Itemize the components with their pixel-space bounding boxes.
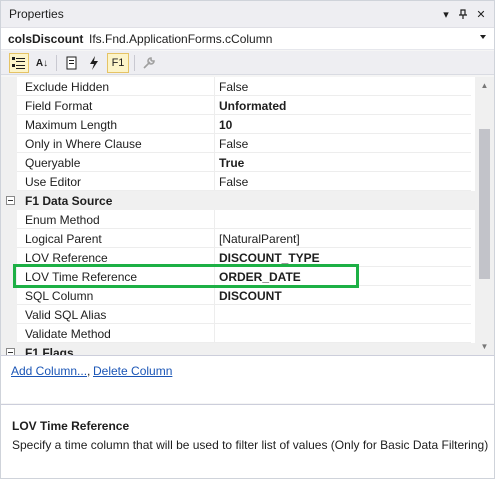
property-value[interactable]: False — [215, 77, 471, 96]
row-gutter — [1, 229, 17, 248]
property-name: Validate Method — [17, 324, 215, 343]
property-value[interactable] — [215, 305, 471, 324]
properties-window: Properties ▾ ✕ colsDiscount Ifs.Fnd.Appl… — [0, 0, 495, 479]
property-value[interactable]: DISCOUNT — [215, 286, 471, 305]
property-row[interactable]: Queryable True — [1, 153, 475, 172]
property-name: Enum Method — [17, 210, 215, 229]
wrench-icon — [143, 57, 155, 69]
row-gutter — [1, 153, 17, 172]
property-value[interactable]: False — [215, 134, 471, 153]
add-column-link[interactable]: Add Column... — [11, 364, 87, 378]
property-row[interactable]: Enum Method — [1, 210, 475, 229]
sort-alphabetical-icon: A↓ — [35, 57, 49, 69]
toolbar-separator — [56, 55, 57, 71]
row-gutter — [1, 210, 17, 229]
property-name: Only in Where Clause — [17, 134, 215, 153]
object-name: colsDiscount — [8, 32, 84, 46]
property-name: Maximum Length — [17, 115, 215, 134]
lightning-icon — [90, 56, 98, 70]
property-row[interactable]: Exclude Hidden False — [1, 77, 475, 96]
property-row[interactable]: Valid SQL Alias — [1, 305, 475, 324]
property-grid: Exclude Hidden False Field Format Unformate… — [1, 77, 475, 355]
property-name: Field Format — [17, 96, 215, 115]
property-row[interactable]: Field Format Unformated — [1, 96, 475, 115]
category-row[interactable]: F1 Flags — [1, 343, 475, 355]
properties-button[interactable] — [62, 53, 82, 73]
title-bar: Properties ▾ ✕ — [1, 1, 494, 28]
object-type: Ifs.Fnd.ApplicationForms.cColumn — [89, 32, 273, 46]
highlight-box — [13, 264, 359, 288]
scroll-up-icon[interactable]: ▲ — [475, 77, 494, 94]
scroll-thumb[interactable] — [479, 129, 490, 279]
toolbar-separator — [134, 55, 135, 71]
category-label: F1 Data Source — [25, 194, 113, 208]
property-name: Exclude Hidden — [17, 77, 215, 96]
property-row[interactable]: Only in Where Clause False — [1, 134, 475, 153]
description-text: Specify a time column that will be used … — [12, 438, 489, 452]
property-row[interactable]: SQL Column DISCOUNT — [1, 286, 475, 305]
property-row[interactable]: Use Editor False — [1, 172, 475, 191]
scroll-down-icon[interactable]: ▼ — [475, 338, 494, 355]
category-row[interactable]: F1 Data Source — [1, 191, 475, 210]
property-pages-button[interactable] — [139, 53, 159, 73]
command-separator: , — [87, 364, 91, 378]
property-name: Queryable — [17, 153, 215, 172]
row-gutter — [1, 324, 17, 343]
row-gutter — [1, 172, 17, 191]
window-title: Properties — [9, 7, 64, 21]
categorized-button[interactable] — [9, 53, 29, 73]
property-value[interactable]: True — [215, 153, 471, 172]
property-row[interactable]: Validate Method — [1, 324, 475, 343]
property-name: Logical Parent — [17, 229, 215, 248]
delete-column-link[interactable]: Delete Column — [93, 364, 172, 378]
row-gutter — [1, 115, 17, 134]
dropdown-arrow-icon[interactable]: ▾ — [437, 5, 455, 23]
row-gutter — [1, 305, 17, 324]
property-value[interactable] — [215, 324, 471, 343]
property-row[interactable]: Maximum Length 10 — [1, 115, 475, 134]
categorized-icon — [12, 57, 25, 69]
property-value[interactable]: 10 — [215, 115, 471, 134]
close-icon[interactable]: ✕ — [472, 5, 490, 23]
property-name: SQL Column — [17, 286, 215, 305]
description-title: LOV Time Reference — [12, 419, 130, 433]
properties-icon — [66, 56, 77, 70]
row-gutter — [1, 286, 17, 305]
collapse-icon[interactable] — [6, 196, 15, 205]
property-value[interactable]: Unformated — [215, 96, 471, 115]
row-gutter — [1, 96, 17, 115]
events-button[interactable] — [84, 53, 104, 73]
property-value[interactable]: [NaturalParent] — [215, 229, 471, 248]
f1-label: F1 — [111, 57, 125, 69]
f1-button[interactable]: F1 — [107, 53, 129, 73]
row-gutter — [1, 134, 17, 153]
toolbar: A↓ F1 — [1, 51, 494, 75]
property-value[interactable] — [215, 210, 471, 229]
property-row[interactable]: Logical Parent [NaturalParent] — [1, 229, 475, 248]
description-pane: LOV Time Reference Specify a time column… — [1, 404, 494, 478]
chevron-down-icon[interactable] — [480, 35, 486, 39]
row-gutter — [1, 77, 17, 96]
commands-pane: Add Column... , Delete Column — [1, 355, 494, 403]
property-value[interactable]: False — [215, 172, 471, 191]
property-name: Use Editor — [17, 172, 215, 191]
category-label: F1 Flags — [25, 346, 74, 355]
property-name: Valid SQL Alias — [17, 305, 215, 324]
vertical-scrollbar[interactable]: ▲ ▼ — [475, 77, 494, 355]
alphabetical-button[interactable]: A↓ — [32, 53, 52, 73]
pin-icon[interactable] — [454, 5, 472, 23]
collapse-icon[interactable] — [6, 348, 15, 355]
object-selector[interactable]: colsDiscount Ifs.Fnd.ApplicationForms.cC… — [1, 28, 494, 50]
